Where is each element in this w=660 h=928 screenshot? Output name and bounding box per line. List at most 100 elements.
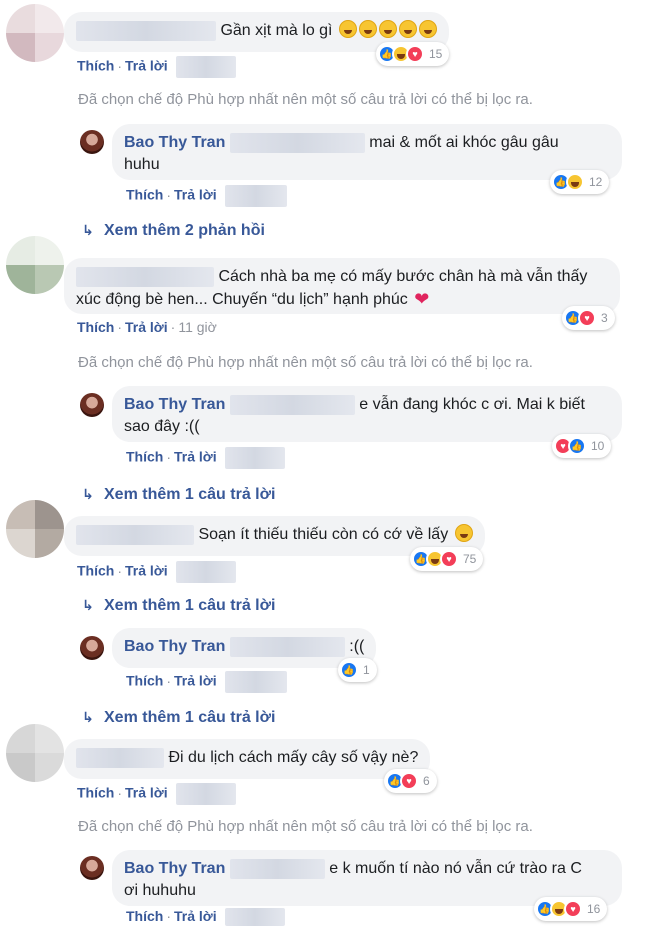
blurred-time bbox=[224, 908, 285, 927]
like-link[interactable]: Thích bbox=[126, 673, 163, 689]
comment-actions: Thích · Trả lời bbox=[126, 908, 285, 927]
smiling-face-emoji bbox=[454, 524, 473, 542]
comment-bubble: Cách nhà ba mẹ có mấy bước chân hà mà vẫ… bbox=[64, 258, 620, 314]
comment-bubble: Bao Thy Tran :(( bbox=[112, 628, 377, 668]
reply-link[interactable]: Trả lời bbox=[174, 449, 217, 465]
reply-link[interactable]: Trả lời bbox=[125, 319, 168, 335]
like-link[interactable]: Thích bbox=[77, 563, 114, 579]
comment-actions: Thích · Trả lời bbox=[77, 56, 236, 78]
avatar[interactable] bbox=[6, 4, 64, 62]
avatar[interactable] bbox=[6, 236, 64, 294]
reaction-summary[interactable]: 👍 12 bbox=[550, 170, 610, 194]
comment-text: Soạn ít thiếu thiếu còn có cớ về lấy bbox=[198, 526, 449, 543]
view-more-label: Xem thêm 2 phản hồi bbox=[104, 222, 265, 239]
blurred-time bbox=[224, 671, 287, 693]
view-more-label: Xem thêm 1 câu trả lời bbox=[104, 597, 276, 614]
view-more-label: Xem thêm 1 câu trả lời bbox=[104, 709, 276, 726]
reaction-count: 16 bbox=[587, 902, 601, 916]
avatar[interactable] bbox=[6, 500, 64, 558]
reaction-count: 75 bbox=[463, 552, 477, 566]
comment-bubble: Bao Thy Tran e vẫn đang khóc c ơi. Mai k… bbox=[112, 386, 622, 442]
blurred-name bbox=[76, 747, 164, 768]
view-more-replies[interactable]: ↳ Xem thêm 2 phản hồi bbox=[82, 222, 265, 240]
comment-text: mai & mốt ai khóc gâu gâu bbox=[369, 134, 559, 151]
comment-text: e k muốn tí nào nó vẫn cứ trào ra C bbox=[329, 860, 582, 877]
like-reaction-icon: 👍 bbox=[340, 661, 358, 679]
blurred-tag bbox=[229, 132, 365, 153]
view-more-replies[interactable]: ↳ Xem thêm 1 câu trả lời bbox=[82, 709, 275, 727]
love-reaction-icon: ♥ bbox=[564, 900, 582, 918]
comment-bubble: Đi du lịch cách mấy cây số vậy nè? bbox=[64, 739, 431, 779]
avatar[interactable] bbox=[80, 130, 104, 154]
like-link[interactable]: Thích bbox=[126, 908, 163, 924]
view-more-label: Xem thêm 1 câu trả lời bbox=[104, 486, 276, 503]
comment-text: Gần xịt mà lo gì bbox=[220, 22, 333, 39]
filter-notice: Đã chọn chế độ Phù hợp nhất nên một số c… bbox=[78, 91, 533, 108]
filter-notice: Đã chọn chế độ Phù hợp nhất nên một số c… bbox=[78, 818, 533, 835]
comment-actions: Thích · Trả lời bbox=[77, 783, 236, 805]
laughing-emoji bbox=[378, 20, 397, 38]
reply-link[interactable]: Trả lời bbox=[125, 785, 168, 801]
reaction-summary[interactable]: 👍 ♥ 16 bbox=[534, 897, 608, 921]
avatar[interactable] bbox=[80, 393, 104, 417]
separator: · bbox=[166, 908, 172, 924]
separator: · bbox=[117, 319, 123, 335]
comment-text-line2: sao đây :(( bbox=[124, 418, 200, 435]
reaction-count: 10 bbox=[591, 439, 605, 453]
comment-text-line2: huhu bbox=[124, 156, 160, 173]
comment-text: Đi du lịch cách mấy cây số vậy nè? bbox=[168, 749, 419, 766]
view-more-replies[interactable]: ↳ Xem thêm 1 câu trả lời bbox=[82, 597, 275, 615]
reaction-summary[interactable]: 👍 ♥ 15 bbox=[376, 42, 450, 66]
comment-actions: Thích · Trả lời bbox=[77, 561, 236, 583]
avatar[interactable] bbox=[80, 636, 104, 660]
author-name[interactable]: Bao Thy Tran bbox=[124, 860, 225, 877]
love-reaction-icon: ♥ bbox=[440, 550, 458, 568]
reply-link[interactable]: Trả lời bbox=[174, 673, 217, 689]
laughing-emoji bbox=[338, 20, 357, 38]
blurred-time bbox=[224, 447, 285, 469]
view-more-replies[interactable]: ↳ Xem thêm 1 câu trả lời bbox=[82, 486, 275, 504]
comment-actions: Thích · Trả lời bbox=[126, 185, 287, 207]
like-reaction-icon: 👍 bbox=[568, 437, 586, 455]
blurred-name bbox=[76, 266, 214, 287]
comment-text: e vẫn đang khóc c ơi. Mai k biết bbox=[359, 396, 585, 413]
reaction-count: 6 bbox=[423, 774, 430, 788]
like-link[interactable]: Thích bbox=[126, 187, 163, 203]
blurred-time bbox=[175, 783, 236, 805]
reaction-summary[interactable]: 👍 ♥ 75 bbox=[410, 547, 484, 571]
separator: · bbox=[166, 448, 172, 465]
author-name[interactable]: Bao Thy Tran bbox=[124, 638, 225, 655]
separator: · bbox=[166, 672, 172, 689]
reply-link[interactable]: Trả lời bbox=[174, 908, 217, 924]
blurred-time bbox=[175, 56, 236, 78]
reply-arrow-icon: ↳ bbox=[82, 597, 94, 613]
like-link[interactable]: Thích bbox=[126, 449, 163, 465]
comment-text: :(( bbox=[349, 638, 365, 655]
timestamp[interactable]: 11 giờ bbox=[178, 319, 217, 335]
separator: · bbox=[117, 562, 123, 579]
comment-text: Cách nhà ba mẹ có mấy bước chân hà mà vẫ… bbox=[218, 268, 588, 285]
reaction-summary[interactable]: ♥ 👍 10 bbox=[552, 434, 612, 458]
avatar[interactable] bbox=[80, 856, 104, 880]
comment-text-line2: ơi huhuhu bbox=[124, 882, 196, 899]
reply-link[interactable]: Trả lời bbox=[125, 58, 168, 74]
author-name[interactable]: Bao Thy Tran bbox=[124, 396, 225, 413]
reply-link[interactable]: Trả lời bbox=[125, 563, 168, 579]
like-link[interactable]: Thích bbox=[77, 58, 114, 74]
comment-actions: Thích · Trả lời bbox=[126, 447, 285, 469]
blurred-name bbox=[76, 20, 216, 41]
reaction-summary[interactable]: 👍 ♥ 6 bbox=[384, 769, 437, 793]
comment-text-line2: xúc động bè hen... Chuyến “du lịch” hạnh… bbox=[76, 291, 408, 308]
reply-link[interactable]: Trả lời bbox=[174, 187, 217, 203]
like-link[interactable]: Thích bbox=[77, 319, 114, 335]
avatar[interactable] bbox=[6, 724, 64, 782]
separator: · bbox=[117, 57, 123, 74]
reaction-summary[interactable]: 👍 ♥ 3 bbox=[562, 306, 615, 330]
like-link[interactable]: Thích bbox=[77, 785, 114, 801]
laughing-emoji bbox=[358, 20, 377, 38]
haha-reaction-icon bbox=[566, 173, 584, 191]
separator: · bbox=[166, 186, 172, 203]
author-name[interactable]: Bao Thy Tran bbox=[124, 134, 225, 151]
comment-bubble: Bao Thy Tran mai & mốt ai khóc gâu gâu h… bbox=[112, 124, 622, 180]
reaction-summary[interactable]: 👍 1 bbox=[338, 658, 377, 682]
